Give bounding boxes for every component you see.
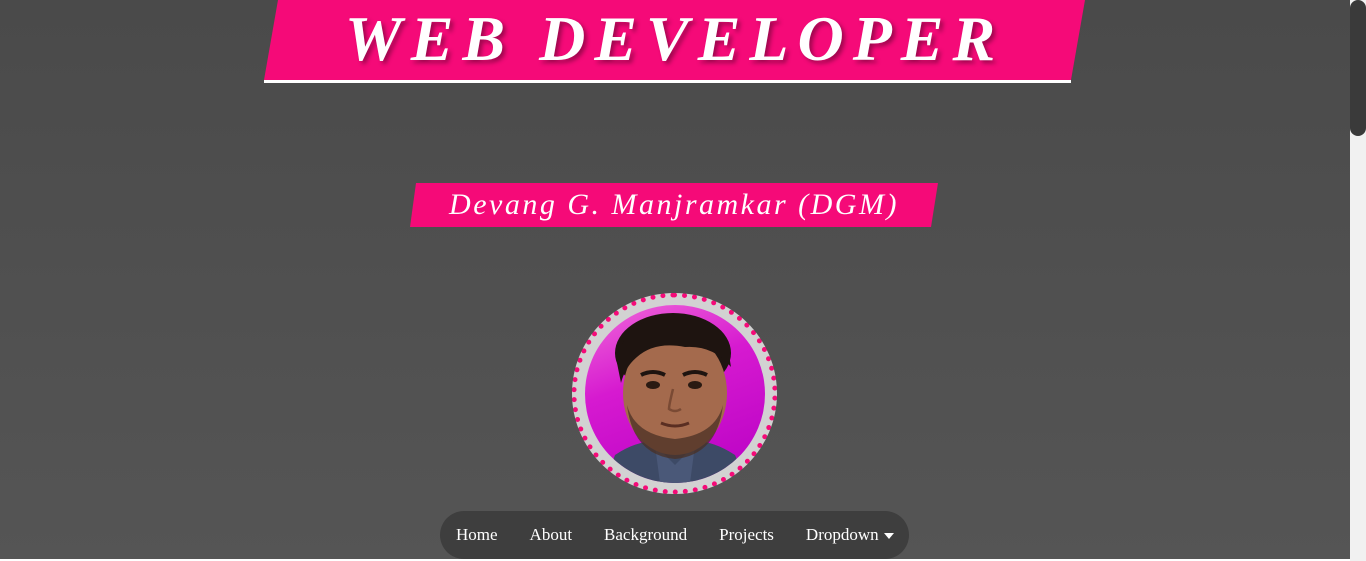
nav-projects-link[interactable]: Projects [719, 525, 774, 545]
title-banner: WEB DEVELOPER [264, 0, 1085, 83]
developer-name: Devang G. Manjramkar (DGM) [449, 188, 899, 221]
scrollbar-thumb[interactable] [1350, 0, 1366, 136]
hero-section: WEB DEVELOPER Devang G. Manjramkar (DGM) [0, 0, 1350, 559]
nav-about-link[interactable]: About [530, 525, 573, 545]
nav-dropdown-toggle[interactable]: Dropdown [806, 525, 894, 545]
nav-dropdown-label: Dropdown [805, 525, 879, 544]
avatar [585, 305, 765, 483]
caret-down-icon [883, 533, 894, 539]
person-portrait-icon [605, 313, 747, 483]
nav-projects-label: Projects [719, 525, 774, 544]
name-banner: Devang G. Manjramkar (DGM) [410, 183, 938, 227]
nav-home-label: Home [456, 525, 498, 544]
nav-about-label: About [529, 525, 573, 544]
main-navbar: Home About Background Projects Dropdown [440, 511, 909, 559]
nav-background-label: Background [604, 525, 688, 544]
nav-home-link[interactable]: Home [456, 525, 498, 545]
nav-background-link[interactable]: Background [604, 525, 687, 545]
page-title: WEB DEVELOPER [344, 3, 1005, 74]
